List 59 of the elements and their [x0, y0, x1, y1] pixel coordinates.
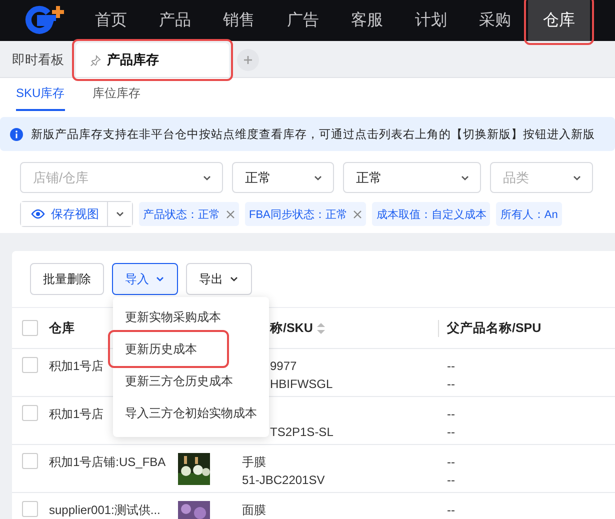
table-cell-text: 手膜: [242, 454, 266, 471]
table-cell-text: 积加1号店: [49, 358, 104, 375]
filter-select[interactable]: 正常: [232, 162, 334, 193]
table-cell-text: --: [447, 424, 455, 441]
tag-label: FBA同步状态：正常: [249, 208, 348, 222]
tag-label: 所有人：An: [500, 208, 558, 222]
filter-select[interactable]: 正常: [343, 162, 481, 193]
table-cell-text: --: [447, 502, 455, 519]
checkbox[interactable]: [22, 320, 38, 336]
table-cell-text: --: [447, 358, 455, 375]
sort-icon[interactable]: [316, 322, 325, 334]
nav-item[interactable]: 计划: [400, 0, 462, 41]
page-tab[interactable]: 即时看板: [0, 43, 76, 77]
info-icon: [10, 128, 23, 140]
caret-icon: [115, 209, 125, 219]
nav-item[interactable]: 产品: [144, 0, 206, 41]
table-cell-text: 积加1号店: [49, 406, 104, 423]
table-cell-text: supplier001:测试供...: [49, 502, 160, 519]
table-cell-text: --: [447, 454, 455, 471]
table-cell-text: --: [447, 406, 455, 423]
pin-icon: [90, 54, 101, 66]
tag-label: 成本取值：自定义成本: [376, 208, 486, 222]
action-button[interactable]: 导入: [112, 263, 178, 295]
checkbox[interactable]: [22, 357, 38, 373]
table-cell-text: 积加1号店铺:US_FBA: [49, 454, 166, 471]
menu-item[interactable]: 更新实物采购成本: [113, 301, 269, 333]
nav-item[interactable]: 首页: [80, 0, 142, 41]
tag-label: 产品状态：正常: [143, 208, 220, 222]
checkbox[interactable]: [22, 453, 38, 469]
action-button[interactable]: 批量删除: [30, 263, 104, 295]
eye-icon: [31, 209, 45, 219]
banner-text: 新版产品库存支持在非平台仓中按站点维度查看库存，可通过点击列表右上角的【切换新版】按钮进入新版: [31, 126, 595, 142]
table-cell-text: --: [447, 472, 455, 489]
column-header: 仓库: [49, 320, 76, 336]
menu-item[interactable]: 更新三方仓历史成本: [113, 365, 269, 397]
table-cell-text: 51-JBC2201SV: [242, 472, 325, 489]
menu-item[interactable]: 导入三方仓初始实物成本: [113, 397, 269, 429]
table-cell-text: HBIFWSGL: [270, 376, 333, 393]
nav-item[interactable]: 客服: [336, 0, 398, 41]
caret-icon: [155, 274, 165, 284]
save-view-button[interactable]: 保存视图: [21, 202, 108, 226]
table-cell-text: --: [447, 376, 455, 393]
nav-item[interactable]: 采购: [464, 0, 526, 41]
table-cell-text: 9977: [270, 358, 297, 375]
checkbox[interactable]: [22, 405, 38, 421]
table-cell-text: 面膜: [242, 502, 266, 519]
action-button[interactable]: 导出: [186, 263, 252, 295]
menu-item[interactable]: 更新历史成本: [113, 333, 269, 365]
caret-icon: [229, 274, 239, 284]
plus-icon: [243, 55, 253, 65]
close-icon[interactable]: [226, 210, 235, 218]
add-tab-button[interactable]: [237, 49, 259, 71]
table-cell-text: TS2P1S-SL: [270, 424, 334, 441]
nav-item[interactable]: 广告: [272, 0, 334, 41]
checkbox[interactable]: [22, 501, 38, 517]
nav-item[interactable]: 销售: [208, 0, 270, 41]
column-header: 父产品名称/SPU: [438, 320, 615, 336]
sub-tab[interactable]: 库位库存: [92, 78, 141, 111]
close-icon[interactable]: [353, 210, 362, 218]
